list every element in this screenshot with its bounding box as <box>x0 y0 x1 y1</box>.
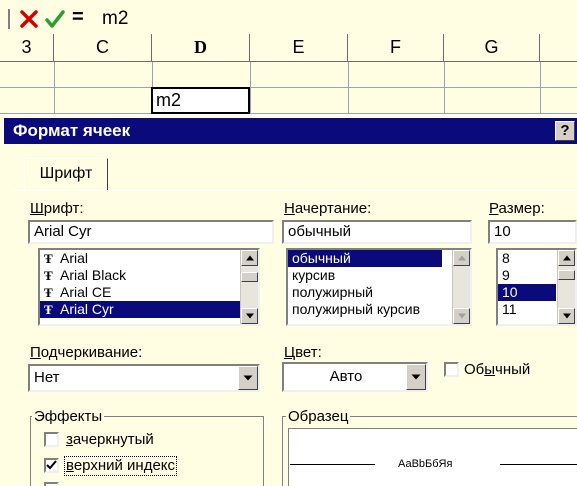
scroll-up-button[interactable] <box>241 250 258 266</box>
truetype-icon: Ŧ <box>44 268 53 283</box>
list-item[interactable]: полужирный курсив <box>288 301 470 318</box>
tab-font[interactable]: Шрифт <box>24 158 108 190</box>
formula-bar <box>0 0 577 34</box>
color-label: Цвет: <box>284 344 322 361</box>
row-gridline <box>0 87 577 88</box>
superscript-label: верхний индекс <box>63 456 178 476</box>
column-gridline <box>250 62 251 114</box>
column-gridline <box>444 62 445 114</box>
size-input[interactable]: 10 <box>488 220 577 244</box>
chevron-down-icon[interactable] <box>406 364 426 390</box>
column-header-f[interactable]: F <box>348 34 444 62</box>
dialog-title: Формат ячеек <box>13 121 131 140</box>
chevron-down-icon[interactable] <box>238 366 258 390</box>
sample-baseline <box>500 464 577 465</box>
color-combo[interactable]: Авто <box>282 362 428 392</box>
scroll-up-button[interactable] <box>558 250 575 266</box>
style-list[interactable]: обычный курсив полужирный полужирный кур… <box>286 248 472 326</box>
subscript-checkbox[interactable] <box>44 482 59 486</box>
size-list[interactable]: 8 9 10 11 <box>496 248 577 326</box>
check-mark-icon <box>46 460 57 470</box>
scroll-up-button[interactable] <box>453 250 470 266</box>
column-gridline <box>348 62 349 114</box>
scroll-thumb[interactable] <box>558 270 575 280</box>
sample-group-title: Образец <box>286 408 351 426</box>
column-header-next[interactable] <box>540 34 577 62</box>
column-header-c[interactable]: C <box>54 34 152 62</box>
effects-group-title: Эффекты <box>32 408 105 426</box>
sample-baseline <box>290 464 375 465</box>
column-header-d[interactable]: D <box>152 34 250 62</box>
tab-panel-border <box>12 190 577 191</box>
formula-input[interactable]: m2 <box>102 8 128 30</box>
effects-group <box>30 416 264 486</box>
scroll-down-button[interactable] <box>558 308 575 324</box>
font-list-scrollbar[interactable] <box>240 250 258 324</box>
column-gridline <box>54 62 55 114</box>
column-header-e[interactable]: E <box>250 34 348 62</box>
size-list-scrollbar[interactable] <box>557 250 575 324</box>
style-list-scrollbar[interactable] <box>452 250 470 324</box>
truetype-icon: Ŧ <box>44 251 53 266</box>
list-item[interactable]: полужирный <box>288 284 470 301</box>
strikethrough-label: зачеркнутый <box>66 431 154 448</box>
style-input[interactable]: обычный <box>282 220 472 244</box>
underline-label: Подчеркивание: <box>30 344 143 361</box>
formula-bar-separator <box>8 9 11 29</box>
column-header-g[interactable]: G <box>444 34 540 62</box>
help-button[interactable]: ? <box>555 121 575 141</box>
list-item[interactable]: Ŧ Arial CE <box>40 284 258 301</box>
scroll-down-button[interactable] <box>241 308 258 324</box>
scroll-thumb[interactable] <box>241 272 258 282</box>
column-header-b[interactable]: 3 <box>0 34 54 62</box>
normal-font-label: Обычный <box>464 361 531 378</box>
equals-button[interactable]: = <box>72 7 84 27</box>
normal-font-checkbox[interactable] <box>444 362 459 377</box>
font-name-input[interactable]: Arial Cyr <box>28 220 274 244</box>
list-item[interactable]: Ŧ Arial <box>40 250 258 267</box>
sample-text: АаBbБбЯя <box>398 458 453 470</box>
size-label: Размер: <box>489 200 545 217</box>
strikethrough-checkbox[interactable] <box>44 432 59 447</box>
truetype-icon: Ŧ <box>44 285 53 300</box>
superscript-checkbox[interactable] <box>44 458 59 473</box>
list-item[interactable]: Ŧ Arial Black <box>40 267 258 284</box>
font-label: Шрифт: <box>30 200 84 217</box>
style-label: Начертание: <box>284 200 372 217</box>
font-list[interactable]: Ŧ Arial Ŧ Arial Black Ŧ Arial CE Ŧ Arial Cyr <box>38 248 260 326</box>
list-item-selected[interactable]: Ŧ Arial Cyr <box>40 301 258 318</box>
list-item-selected[interactable]: 10 <box>498 284 556 301</box>
underline-combo[interactable]: Нет <box>28 364 260 392</box>
column-gridline <box>540 62 541 114</box>
list-item-selected[interactable]: обычный <box>288 250 442 267</box>
scroll-down-button[interactable] <box>453 308 470 324</box>
truetype-icon: Ŧ <box>44 302 53 317</box>
check-icon[interactable] <box>44 8 66 30</box>
list-item[interactable]: курсив <box>288 267 470 284</box>
close-icon[interactable] <box>18 8 40 30</box>
active-cell-d[interactable]: m2 <box>151 87 250 114</box>
